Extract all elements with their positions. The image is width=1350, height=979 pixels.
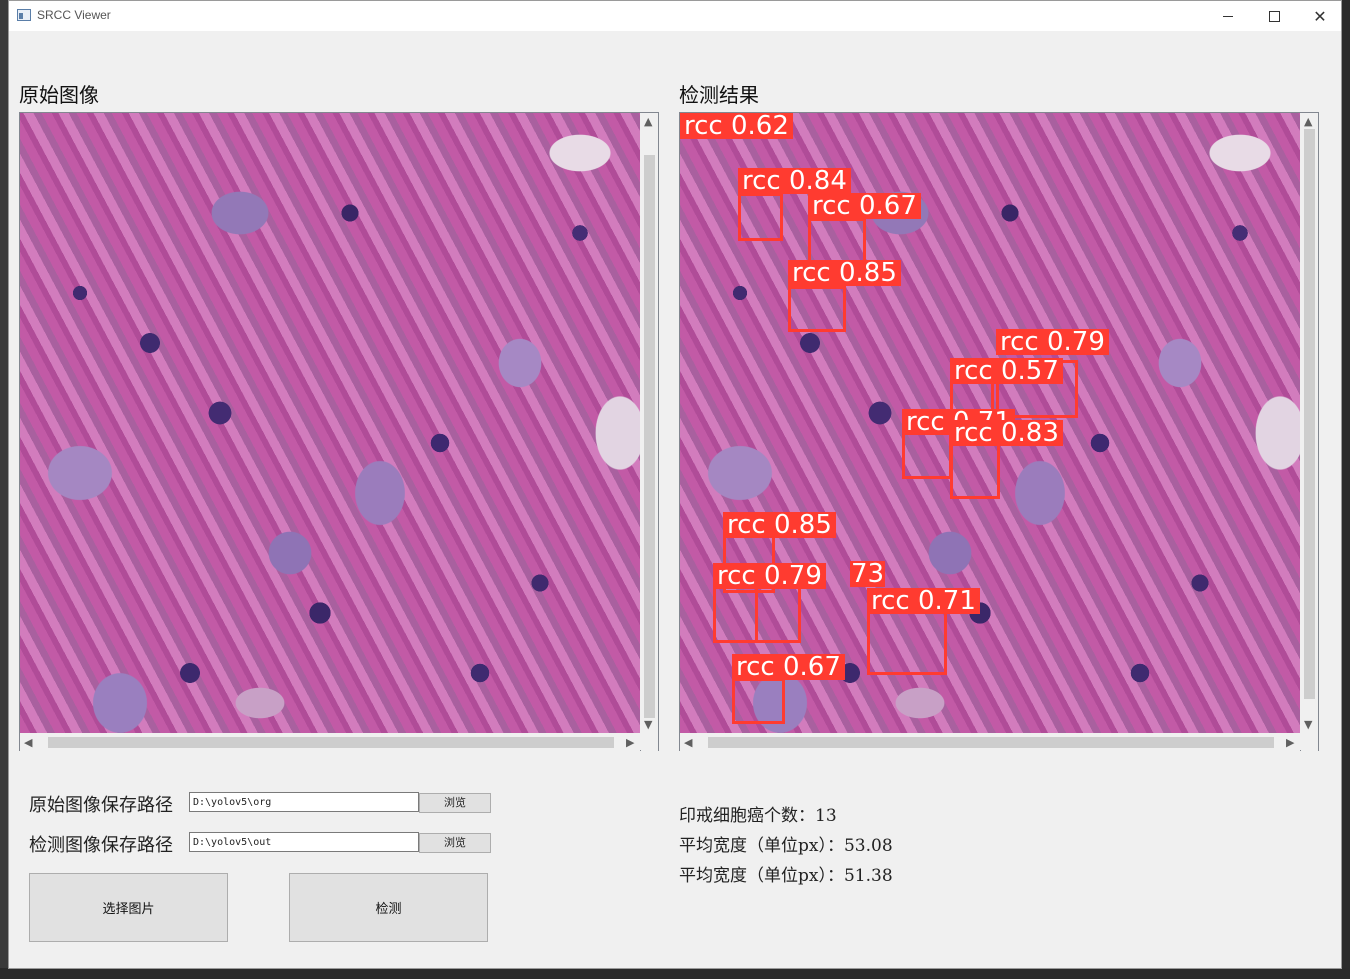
result-tissue-image: rcc 0.62 rcc 0.84 rcc 0.67 rcc 0.85 rcc … <box>680 113 1300 733</box>
maximize-icon <box>1268 10 1280 22</box>
result-image-title: 检测结果 <box>679 83 759 107</box>
detection-box <box>713 583 758 643</box>
original-image-view[interactable]: ▲ ▼ ◀ ▶ <box>19 112 659 751</box>
out-path-label: 检测图像保存路径 <box>29 835 173 856</box>
detection-box <box>738 193 783 241</box>
scroll-down-icon[interactable]: ▼ <box>1304 719 1312 730</box>
result-horizontal-scrollbar[interactable]: ◀ ▶ <box>680 734 1300 751</box>
detection-label: rcc 0.57 <box>950 358 1063 384</box>
scroll-right-icon[interactable]: ▶ <box>1286 737 1294 748</box>
scroll-corner <box>1301 734 1318 751</box>
minimize-icon <box>1223 15 1233 17</box>
result-image-view[interactable]: rcc 0.62 rcc 0.84 rcc 0.67 rcc 0.85 rcc … <box>679 112 1319 751</box>
detection-label: rcc 0.85 <box>723 512 836 538</box>
detection-label: rcc 0.79 <box>713 563 826 589</box>
original-vertical-scrollbar[interactable]: ▲ ▼ <box>641 113 658 733</box>
select-image-button[interactable]: 选择图片 <box>29 873 228 942</box>
original-horizontal-scrollbar[interactable]: ◀ ▶ <box>20 734 640 751</box>
scroll-corner <box>641 734 658 751</box>
scroll-left-icon[interactable]: ◀ <box>684 737 692 748</box>
result-vertical-scrollbar[interactable]: ▲ ▼ <box>1301 113 1318 733</box>
title-bar[interactable]: SRCC Viewer ✕ <box>9 1 1341 31</box>
result-hscroll-thumb[interactable] <box>708 737 1274 748</box>
scroll-right-icon[interactable]: ▶ <box>626 737 634 748</box>
scroll-up-icon[interactable]: ▲ <box>1304 116 1312 127</box>
detection-label: 73 <box>850 559 886 589</box>
original-vscroll-thumb[interactable] <box>644 155 655 718</box>
window-title: SRCC Viewer <box>37 8 111 22</box>
original-tissue-image <box>20 113 640 733</box>
detection-label: rcc 0.67 <box>732 654 845 680</box>
original-image-title: 原始图像 <box>19 83 99 107</box>
result-vscroll-thumb[interactable] <box>1304 129 1315 699</box>
original-hscroll-thumb[interactable] <box>48 737 614 748</box>
minimize-button[interactable] <box>1205 1 1251 31</box>
maximize-button[interactable] <box>1251 1 1297 31</box>
detection-box <box>902 431 952 479</box>
detect-button[interactable]: 检测 <box>289 873 488 942</box>
scroll-left-icon[interactable]: ◀ <box>24 737 32 748</box>
desktop-background <box>1342 0 1350 979</box>
detection-label: rcc 0.62 <box>680 113 793 139</box>
close-button[interactable]: ✕ <box>1297 1 1343 31</box>
cell-count-text: 印戒细胞癌个数：13 <box>679 806 837 826</box>
app-icon <box>17 9 31 21</box>
org-path-input[interactable] <box>189 792 419 812</box>
detection-box <box>755 583 801 643</box>
scroll-up-icon[interactable]: ▲ <box>644 116 652 127</box>
org-browse-button[interactable]: 浏览 <box>419 793 491 813</box>
detection-box <box>867 607 947 675</box>
detection-label: rcc 0.85 <box>788 260 901 286</box>
scroll-down-icon[interactable]: ▼ <box>644 719 652 730</box>
detection-label: rcc 0.67 <box>808 193 921 219</box>
app-window: SRCC Viewer ✕ 原始图像 ▲ ▼ ◀ ▶ 检测结果 rcc 0.62… <box>8 0 1342 969</box>
desktop-taskbar-edge <box>0 968 1350 979</box>
detection-box <box>950 443 1000 499</box>
out-path-input[interactable] <box>189 832 419 852</box>
detection-label: rcc 0.83 <box>950 420 1063 446</box>
detection-label: rcc 0.71 <box>867 588 980 614</box>
detection-label: rcc 0.79 <box>996 329 1109 355</box>
average-width-text: 平均宽度（单位px）：53.08 <box>679 836 893 856</box>
detection-box <box>788 286 846 332</box>
org-path-label: 原始图像保存路径 <box>29 795 173 816</box>
average-height-text: 平均宽度（单位px）：51.38 <box>679 866 893 886</box>
out-browse-button[interactable]: 浏览 <box>419 833 491 853</box>
detection-box <box>732 678 785 724</box>
